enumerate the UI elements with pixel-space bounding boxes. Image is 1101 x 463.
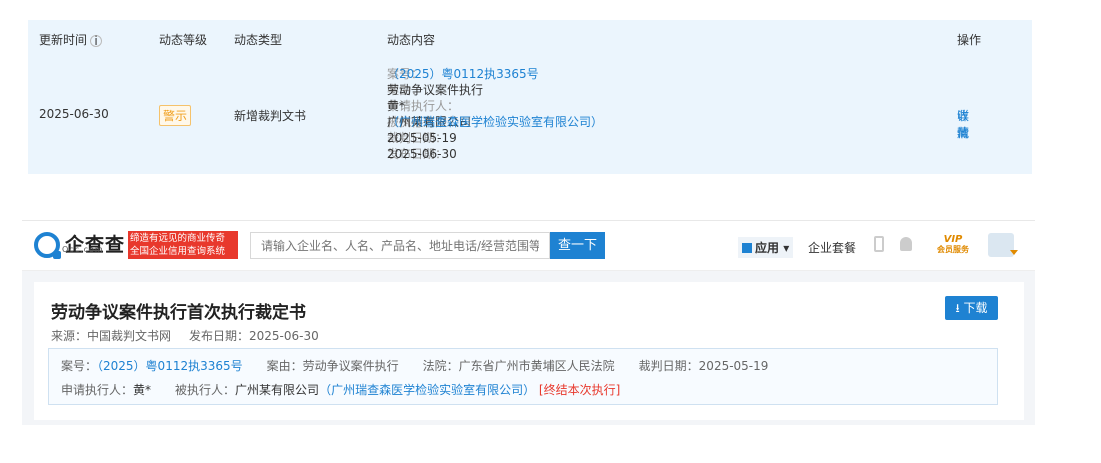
applicant-value: 黄* xyxy=(387,99,406,113)
slogan-banner: 缔造有远见的商业传奇 全国企业信用查询系统 xyxy=(128,231,238,259)
respondent-label: 被执行人： xyxy=(175,383,236,397)
cause-value: 劳动争议案件执行 xyxy=(387,83,484,97)
vip-label: VIP xyxy=(943,234,963,245)
table-header: 更新时间 i 动态等级 动态类型 动态内容 操作 xyxy=(28,20,1032,56)
publish-date-value: 2025-06-30 xyxy=(387,147,457,161)
info-icon[interactable]: i xyxy=(90,35,103,47)
download-button[interactable]: ⭳ 下载 xyxy=(945,296,998,320)
respondent-company-link[interactable]: （广州瑞查森医学检验实验室有限公司） xyxy=(387,114,603,130)
case-court: 法院：广东省广州市黄埔区人民法院 xyxy=(422,359,615,373)
dynamic-table: 更新时间 i 动态等级 动态类型 动态内容 操作 2025-06-30 警示 新增… xyxy=(28,20,1032,174)
row-date: 2025-06-30 xyxy=(39,107,109,121)
enterprise-suite-link[interactable]: 企业套餐 xyxy=(808,239,856,256)
applicant-value: 黄* xyxy=(133,383,152,397)
logo-subtext: Qcc.com xyxy=(62,245,104,254)
bell-icon[interactable] xyxy=(900,237,912,251)
apps-label: 应用 xyxy=(755,241,780,255)
row-type: 新增裁判文书 xyxy=(234,109,307,123)
vip-badge[interactable]: VIP 会员服务 xyxy=(937,235,969,255)
top-navbar: 企查查 Qcc.com 缔造有远见的商业传奇 全国企业信用查询系统 查一下 应用… xyxy=(22,221,1035,271)
header-level: 动态等级 xyxy=(159,33,208,47)
header-content: 动态内容 xyxy=(387,33,436,47)
slogan-line-2: 全国企业信用查询系统 xyxy=(130,246,226,257)
avatar[interactable] xyxy=(988,233,1018,257)
case-no-link[interactable]: （2025）粤0112执3365号 xyxy=(97,359,243,373)
favorite-link[interactable]: 收藏 xyxy=(957,107,969,141)
judgment-date-value: 2025-05-19 xyxy=(387,131,457,145)
judgment-card: 劳动争议案件执行首次执行裁定书 ⭳ 下载 来源：中国裁判文书网 发布日期：2025… xyxy=(34,282,1024,420)
header-type: 动态类型 xyxy=(234,33,283,47)
header-actions: 操作 xyxy=(957,33,982,47)
search-input[interactable] xyxy=(250,232,550,259)
phone-icon[interactable] xyxy=(874,236,884,252)
header-label: 更新时间 xyxy=(39,33,88,47)
doc-meta: 来源：中国裁判文书网 发布日期：2025-06-30 xyxy=(51,327,337,344)
apps-icon xyxy=(742,243,752,253)
apps-menu[interactable]: 应用 ▾ xyxy=(738,237,794,258)
page-title: 劳动争议案件执行首次执行裁定书 xyxy=(51,303,306,323)
applicant-label: 申请执行人： xyxy=(61,383,134,397)
respondent-value: 广州某有限公司 xyxy=(235,383,320,397)
document-page: 企查查 Qcc.com 缔造有远见的商业传奇 全国企业信用查询系统 查一下 应用… xyxy=(22,220,1035,425)
respondent-company-link[interactable]: （广州瑞查森医学检验实验室有限公司） xyxy=(319,383,535,397)
case-info-row-2: 申请执行人：黄* 被执行人：广州某有限公司（广州瑞查森医学检验实验室有限公司） [… xyxy=(61,381,620,398)
logo-icon xyxy=(34,232,61,259)
case-no-label: 案号： xyxy=(61,359,98,373)
download-label: 下载 xyxy=(963,301,988,315)
case-cause: 案由：劳动争议案件执行 xyxy=(266,359,399,373)
status-tag: [终结本次执行] xyxy=(538,383,621,397)
case-info-box: 案号：（2025）粤0112执3365号 案由：劳动争议案件执行 法院：广东省广州市… xyxy=(48,348,998,405)
vip-sub: 会员服务 xyxy=(937,245,969,254)
case-info-row-1: 案号：（2025）粤0112执3365号 案由：劳动争议案件执行 法院：广东省广州市… xyxy=(61,357,768,374)
level-badge: 警示 xyxy=(159,105,192,126)
doc-publish-date: 发布日期：2025-06-30 xyxy=(189,329,319,343)
doc-source: 来源：中国裁判文书网 xyxy=(51,329,172,343)
case-no-link[interactable]: （2025）粤0112执3365号 xyxy=(387,66,539,82)
search-button[interactable]: 查一下 xyxy=(550,232,605,259)
case-judgment-date: 裁判日期：2025-05-19 xyxy=(638,359,769,373)
header-update-time: 更新时间 i xyxy=(39,31,103,48)
slogan-line-1: 缔造有远见的商业传奇 xyxy=(130,233,226,244)
